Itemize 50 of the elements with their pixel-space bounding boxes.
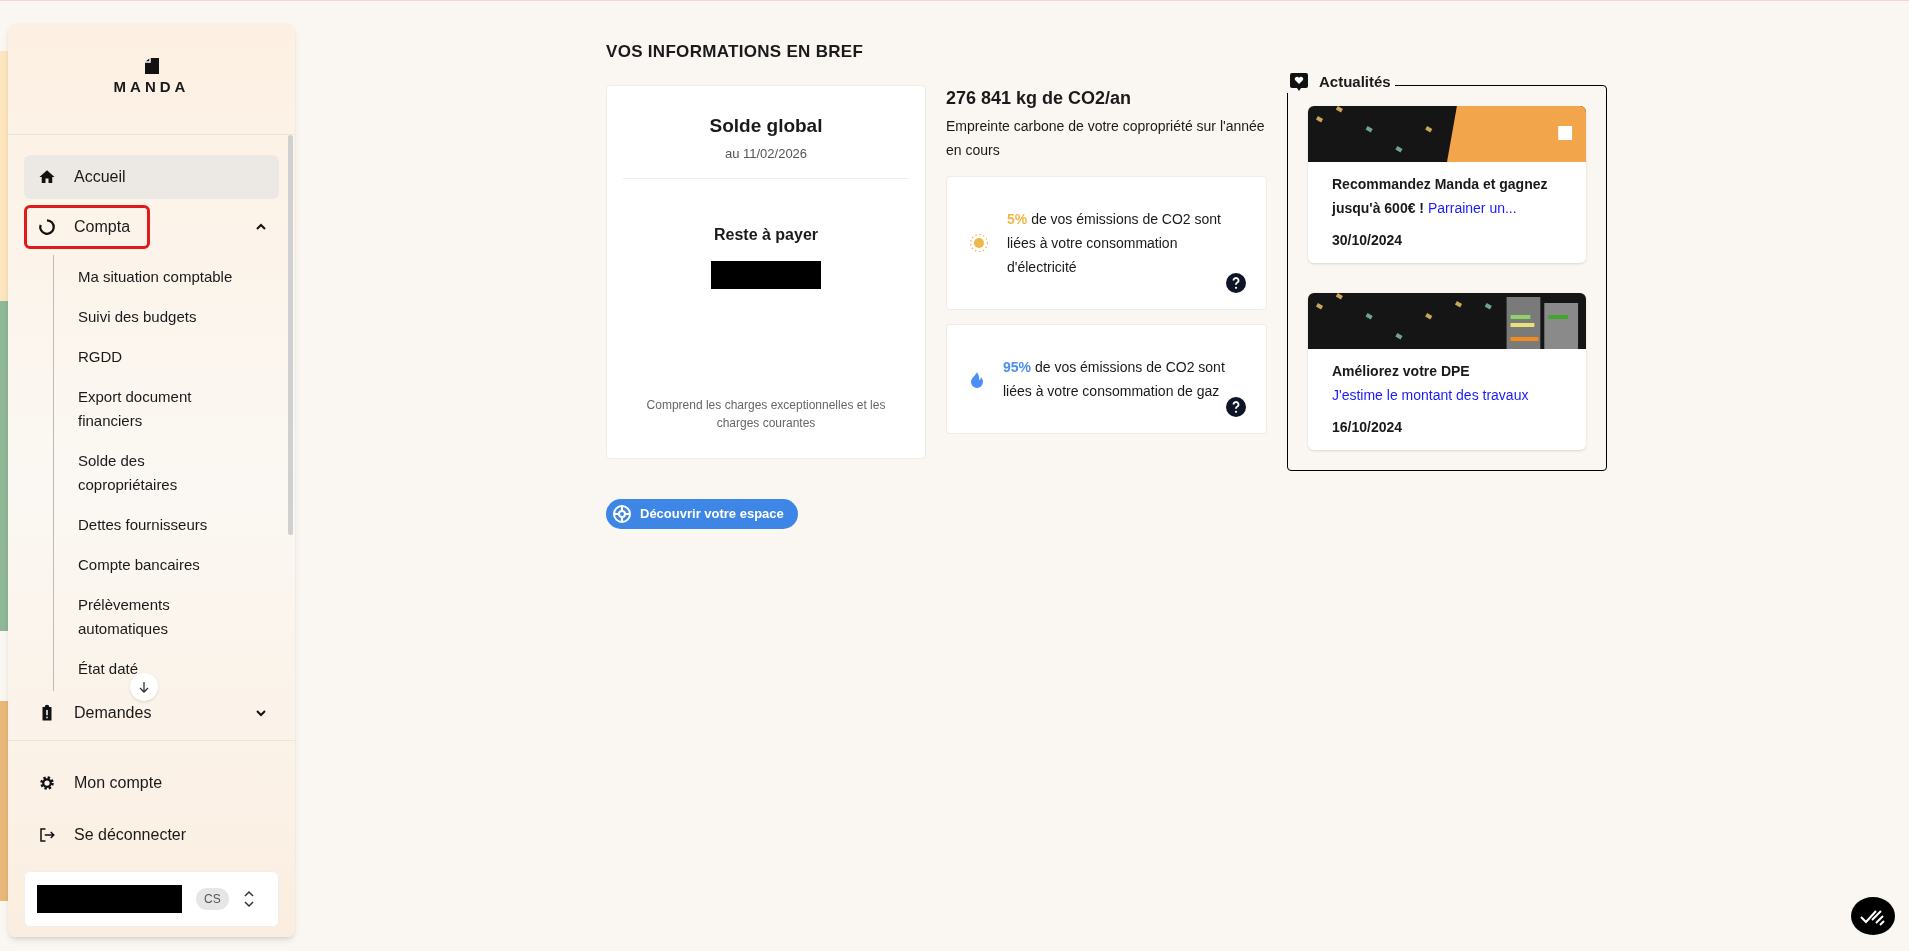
card-title: Solde global xyxy=(709,113,823,138)
nav-item[interactable]: Demandes xyxy=(24,691,279,735)
submenu-item[interactable]: Dettes fournisseurs xyxy=(78,505,238,545)
section-title: VOS INFORMATIONS EN BREF xyxy=(606,41,865,63)
logout-icon xyxy=(38,826,56,844)
news-date: 30/10/2024 xyxy=(1332,230,1404,250)
news-link[interactable]: J'estime le montant des travaux xyxy=(1332,386,1529,403)
nav-item[interactable]: Se déconnecter xyxy=(24,809,279,861)
carbon-total: 276 841 kg de CO2/an xyxy=(946,86,1133,110)
arrow-down-icon xyxy=(138,681,150,693)
submenu-item[interactable]: État daté xyxy=(78,649,238,689)
checkmark-icon[interactable] xyxy=(1850,896,1896,936)
logo-icon xyxy=(144,58,159,75)
submenu-item[interactable]: Prélèvements automatiques xyxy=(78,585,238,649)
ring-icon xyxy=(38,218,56,236)
chat-heart-icon xyxy=(1289,71,1309,92)
account-badge: CS xyxy=(196,888,229,910)
help-icon[interactable] xyxy=(1226,272,1246,293)
news-title: Améliorez votre DPE J'estime le montant des travaux xyxy=(1332,361,1530,405)
nav-item[interactable]: Compta xyxy=(24,205,151,249)
nav-item[interactable]: Mon compte xyxy=(24,757,279,809)
chevron-icon xyxy=(255,707,267,719)
nav-item[interactable]: Accueil xyxy=(24,155,279,199)
emission-text: 5% de vos émissions de CO2 sont liées à votre consommation d'électricité xyxy=(1007,209,1222,277)
news-date: 16/10/2024 xyxy=(1332,417,1404,437)
home-icon xyxy=(38,168,56,186)
amount-label: Reste à payer xyxy=(713,224,819,245)
settings-icon xyxy=(38,774,56,792)
account-selector[interactable]: CS xyxy=(24,871,279,927)
discover-button[interactable]: Découvrir votre espace xyxy=(606,498,798,529)
submenu-item[interactable]: RGDD xyxy=(78,337,238,377)
lifebuoy-icon xyxy=(612,503,632,524)
submenu-item[interactable]: Compte bancaires xyxy=(78,545,238,585)
emission-text: 95% de vos émissions de CO2 sont liées à votre consommation de gaz xyxy=(1003,357,1226,401)
logo-text: MANDA xyxy=(113,77,190,98)
submenu-item[interactable]: Export document financiers xyxy=(78,377,238,441)
carbon-subtitle: Empreinte carbone de votre copropriété sur l'année en cours xyxy=(946,116,1266,160)
news-title: Recommandez Manda et gagnez jusqu'à 600€ ! Parrainer un... xyxy=(1332,174,1549,218)
submenu-item[interactable]: Suivi des budgets xyxy=(78,297,238,337)
help-icon[interactable] xyxy=(1226,396,1246,417)
news-title-label: Actualités xyxy=(1319,71,1391,92)
balance-date: au 11/02/2026 xyxy=(724,145,808,163)
balance-note: Comprend les charges exceptionnelles et les charges courantes xyxy=(645,396,887,432)
submenu-item[interactable]: Ma situation comptable xyxy=(78,257,238,297)
news-link[interactable]: Parrainer un... xyxy=(1427,199,1517,216)
submenu-item[interactable]: Solde des copropriétaires xyxy=(78,441,238,505)
news-card[interactable]: Recommandez Manda et gagnez jusqu'à 600€ ! Parrainer un... 30/10/2024 xyxy=(1308,105,1586,263)
scroll-down-button[interactable] xyxy=(130,673,158,701)
chevron-up-down-icon xyxy=(242,889,255,909)
news-card[interactable]: Améliorez votre DPE J'estime le montant des travaux 16/10/2024 xyxy=(1308,292,1586,450)
